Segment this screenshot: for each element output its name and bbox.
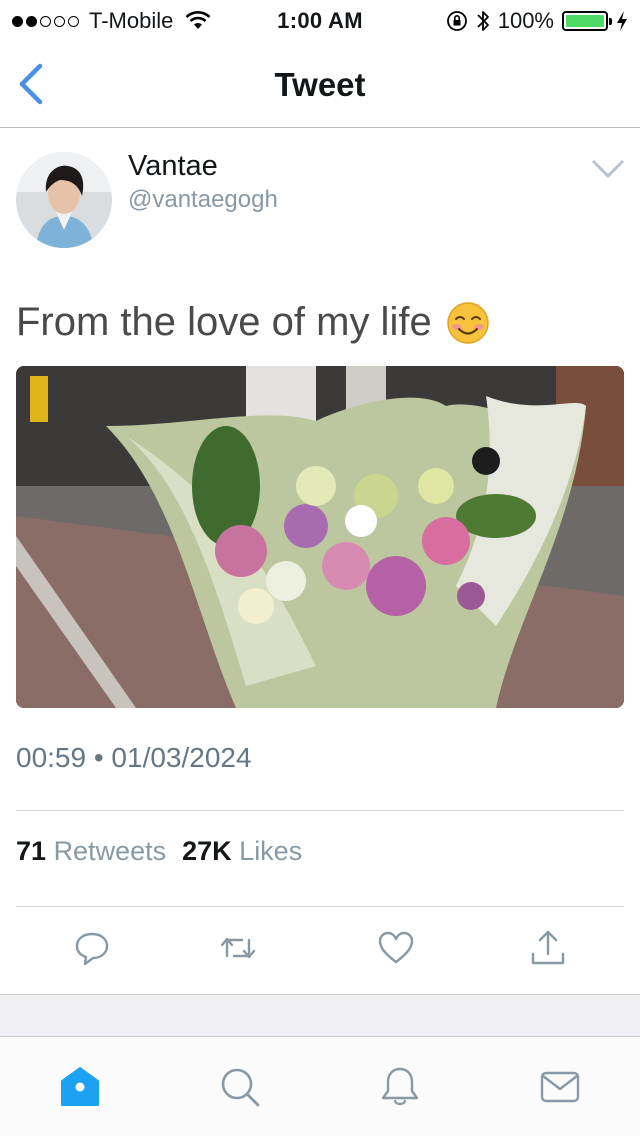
content-background <box>0 994 640 1036</box>
bluetooth-icon <box>477 11 489 31</box>
tweet-media-image[interactable] <box>16 366 624 708</box>
tweet-timestamp: 00:59 • 01/03/2024 <box>16 742 252 773</box>
navigation-bar: Tweet <box>0 40 640 128</box>
divider <box>16 906 624 907</box>
author-handle[interactable]: @vantaegogh <box>128 186 278 214</box>
tweet-actions <box>0 928 640 972</box>
reply-icon[interactable] <box>72 928 112 968</box>
tweet-stats: 71 Retweets 27K Likes <box>16 836 302 867</box>
divider <box>16 810 624 811</box>
page-title: Tweet <box>274 66 366 103</box>
notifications-icon[interactable] <box>378 1065 422 1109</box>
likes-stat[interactable]: 27K Likes <box>182 836 302 867</box>
share-icon[interactable] <box>528 928 568 968</box>
home-icon[interactable] <box>58 1065 102 1109</box>
battery-level <box>566 15 604 27</box>
status-right: 100% <box>446 8 628 34</box>
status-bar: T-Mobile 1:00 AM 100% <box>0 0 640 40</box>
retweet-icon[interactable] <box>218 928 258 968</box>
retweets-label: Retweets <box>53 836 167 866</box>
flower-bouquet-photo <box>16 366 624 708</box>
retweets-count: 71 <box>16 836 47 866</box>
retweets-stat[interactable]: 71 Retweets <box>16 836 166 867</box>
likes-count: 27K <box>182 836 232 866</box>
like-icon[interactable] <box>376 928 416 968</box>
messages-icon[interactable] <box>538 1065 582 1109</box>
battery-icon <box>562 11 612 31</box>
chevron-down-icon[interactable] <box>590 156 626 182</box>
search-icon[interactable] <box>218 1065 262 1109</box>
author-name[interactable]: Vantae <box>128 150 218 183</box>
likes-label: Likes <box>239 836 303 866</box>
battery-percent: 100% <box>497 8 554 33</box>
tweet-body: From the love of my life <box>16 300 432 344</box>
orientation-lock-icon <box>446 11 467 31</box>
tweet-text: From the love of my life <box>16 300 490 345</box>
tab-bar <box>0 1036 640 1136</box>
charging-icon <box>617 11 627 31</box>
avatar[interactable] <box>16 152 112 248</box>
smiling-face-emoji-icon <box>446 301 489 344</box>
